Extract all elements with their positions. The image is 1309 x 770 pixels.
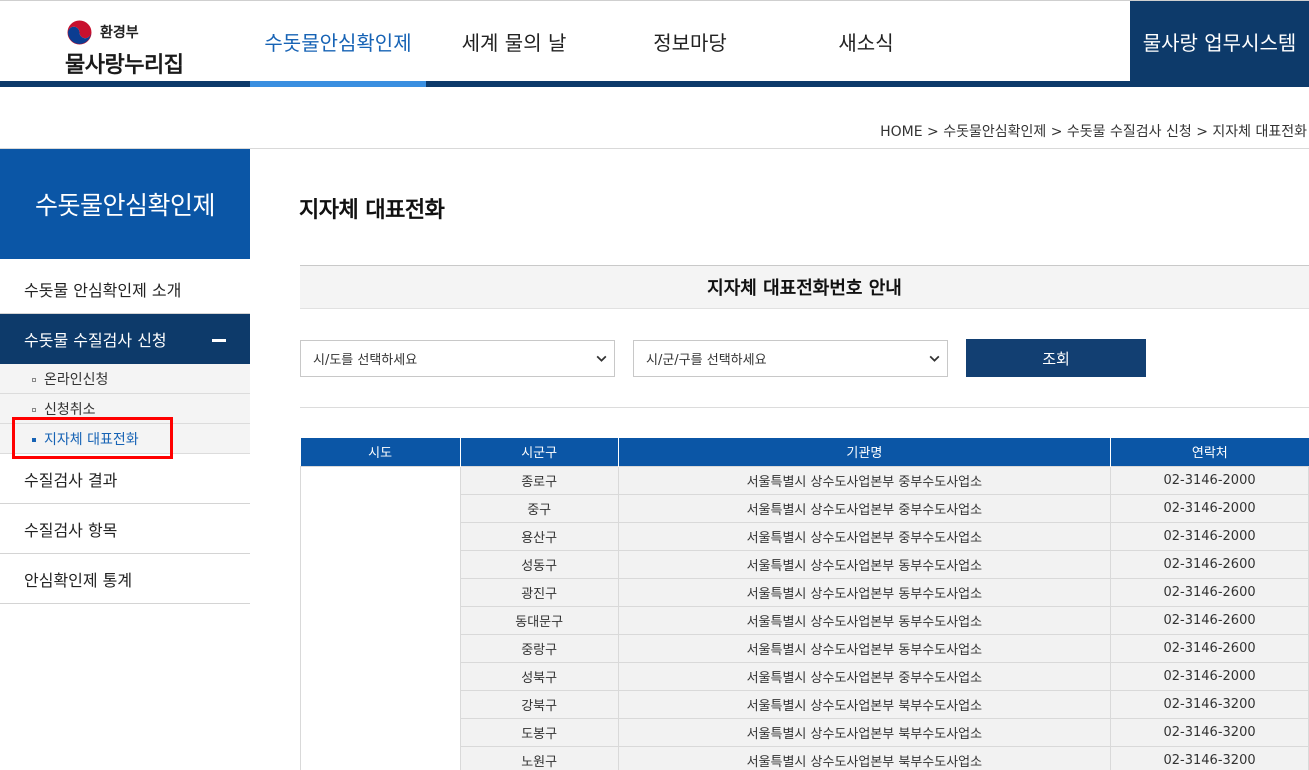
sigungu-cell: 용산구	[459, 521, 619, 551]
agency-cell: 서울특별시 상수도사업본부 중부수도사업소	[617, 661, 1112, 691]
sidebar-subitem-label: 신청취소	[44, 401, 96, 418]
phone-cell: 02-3146-2000	[1110, 465, 1309, 495]
sidebar-item-apply[interactable]: 수돗물 수질검사 신청	[0, 314, 250, 364]
breadcrumb-home[interactable]: HOME	[880, 124, 922, 140]
phone-cell: 02-3146-2600	[1110, 605, 1309, 635]
sigungu-cell: 종로구	[459, 465, 619, 495]
sidebar-item-intro[interactable]: 수돗물 안심확인제 소개	[0, 264, 250, 314]
sidebar-title: 수돗물안심확인제	[0, 149, 250, 259]
sigungu-cell: 성동구	[459, 549, 619, 579]
sido-cell	[300, 465, 461, 770]
table-header-row: 시도 시군구 기관명 연락처	[300, 438, 1309, 466]
column-header: 기관명	[617, 438, 1111, 466]
sidebar-item-results[interactable]: 수질검사 결과	[0, 454, 250, 504]
sidebar-item-label: 수돗물 안심확인제 소개	[24, 280, 182, 300]
bullet-icon	[32, 378, 36, 382]
column-header: 연락처	[1110, 438, 1309, 466]
sidebar-item-label: 수질검사 항목	[24, 520, 118, 540]
phone-cell: 02-3146-3200	[1110, 717, 1309, 747]
agency-cell: 서울특별시 상수도사업본부 북부수도사업소	[617, 689, 1112, 719]
header-bottom-bar	[0, 81, 1309, 87]
gnb-item-world-water-day[interactable]: 세계 물의 날	[426, 1, 602, 81]
business-system-button[interactable]: 물사랑 업무시스템	[1130, 1, 1309, 81]
sigungu-cell: 노원구	[459, 745, 619, 770]
column-header: 시군구	[459, 438, 619, 466]
gnb-item-info[interactable]: 정보마당	[602, 1, 778, 81]
gnb-item-news[interactable]: 새소식	[778, 1, 954, 81]
gnb-active-indicator	[250, 81, 426, 87]
gnb-item-tapwater[interactable]: 수돗물안심확인제	[250, 1, 426, 81]
sigungu-cell: 강북구	[459, 689, 619, 719]
sigungu-cell: 도봉구	[459, 717, 619, 747]
agency-cell: 서울특별시 상수도사업본부 동부수도사업소	[617, 605, 1112, 635]
breadcrumb-separator: >	[1196, 124, 1208, 140]
sido-select-value: 시/도를 선택하세요	[313, 353, 418, 368]
sidebar-item-label: 수돗물 수질검사 신청	[24, 331, 167, 350]
phone-cell: 02-3146-2600	[1110, 549, 1309, 579]
content-divider	[300, 407, 1309, 408]
site-logo[interactable]: 환경부 물사랑누리집	[64, 17, 204, 78]
sigungu-select[interactable]: 시/군/구를 선택하세요	[633, 340, 948, 377]
info-section-title: 지자체 대표전화번호 안내	[300, 265, 1309, 309]
sigungu-cell: 성북구	[459, 661, 619, 691]
agency-cell: 서울특별시 상수도사업본부 중부수도사업소	[617, 465, 1112, 495]
sidebar-subitem-label: 온라인신청	[44, 371, 109, 388]
breadcrumb-separator: >	[1050, 124, 1063, 140]
breadcrumb-separator: >	[927, 124, 939, 140]
sidebar-subitem-online[interactable]: 온라인신청	[0, 364, 250, 394]
agency-cell: 서울특별시 상수도사업본부 북부수도사업소	[617, 717, 1112, 747]
bullet-icon	[32, 408, 36, 412]
phone-cell: 02-3146-2000	[1110, 493, 1309, 523]
phone-cell: 02-3146-3200	[1110, 689, 1309, 719]
agency-cell: 서울특별시 상수도사업본부 중부수도사업소	[617, 521, 1112, 551]
agency-cell: 서울특별시 상수도사업본부 동부수도사업소	[617, 549, 1112, 579]
search-button[interactable]: 조회	[966, 339, 1146, 377]
sigungu-cell: 광진구	[459, 577, 619, 607]
korea-emblem-icon	[67, 20, 92, 45]
breadcrumb-item[interactable]: 수돗물안심확인제	[943, 124, 1046, 140]
agency-cell: 서울특별시 상수도사업본부 동부수도사업소	[617, 577, 1112, 607]
page-title: 지자체 대표전화	[299, 198, 445, 223]
breadcrumb-current[interactable]: 지자체 대표전화	[1212, 124, 1307, 140]
ministry-name: 환경부	[100, 25, 139, 41]
collapse-minus-icon[interactable]	[212, 339, 226, 342]
phone-cell: 02-3146-2600	[1110, 633, 1309, 663]
column-header: 시도	[300, 438, 461, 466]
chevron-down-icon	[596, 355, 607, 362]
sigungu-cell: 동대문구	[459, 605, 619, 635]
highlight-annotation	[12, 417, 173, 459]
agency-cell: 서울특별시 상수도사업본부 북부수도사업소	[617, 745, 1112, 770]
table-row: 종로구 서울특별시 상수도사업본부 중부수도사업소 02-3146-2000	[300, 465, 1309, 770]
sigungu-cell: 중랑구	[459, 633, 619, 663]
sidebar-item-label: 수질검사 결과	[24, 470, 118, 490]
site-header: 환경부 물사랑누리집 수돗물안심확인제 세계 물의 날 정보마당 새소식 물사랑…	[0, 0, 1309, 87]
agency-cell: 서울특별시 상수도사업본부 중부수도사업소	[617, 493, 1112, 523]
chevron-down-icon	[929, 355, 940, 362]
phone-cell: 02-3146-2000	[1110, 521, 1309, 551]
sigungu-select-value: 시/군/구를 선택하세요	[646, 353, 767, 368]
breadcrumb-item[interactable]: 수돗물 수질검사 신청	[1067, 124, 1192, 140]
sigungu-cell: 중구	[459, 493, 619, 523]
phone-cell: 02-3146-3200	[1110, 745, 1309, 770]
table-body: 종로구 서울특별시 상수도사업본부 중부수도사업소 02-3146-2000 중구 서울…	[300, 465, 1309, 770]
phone-cell: 02-3146-2600	[1110, 577, 1309, 607]
phone-table: 시도 시군구 기관명 연락처 종로구 서울특별시 상수도사업본부 중부수도사업소 0…	[300, 438, 1309, 770]
sidebar-item-stats[interactable]: 안심확인제 통계	[0, 554, 250, 604]
phone-cell: 02-3146-2000	[1110, 661, 1309, 691]
breadcrumb: HOME > 수돗물안심확인제 > 수돗물 수질검사 신청 > 지자체 대표전화	[880, 121, 1307, 141]
sidebar-item-label: 안심확인제 통계	[24, 570, 133, 590]
sidebar-item-test-items[interactable]: 수질검사 항목	[0, 504, 250, 554]
sido-select[interactable]: 시/도를 선택하세요	[300, 340, 615, 377]
site-name: 물사랑누리집	[65, 53, 184, 78]
agency-cell: 서울특별시 상수도사업본부 동부수도사업소	[617, 633, 1112, 663]
